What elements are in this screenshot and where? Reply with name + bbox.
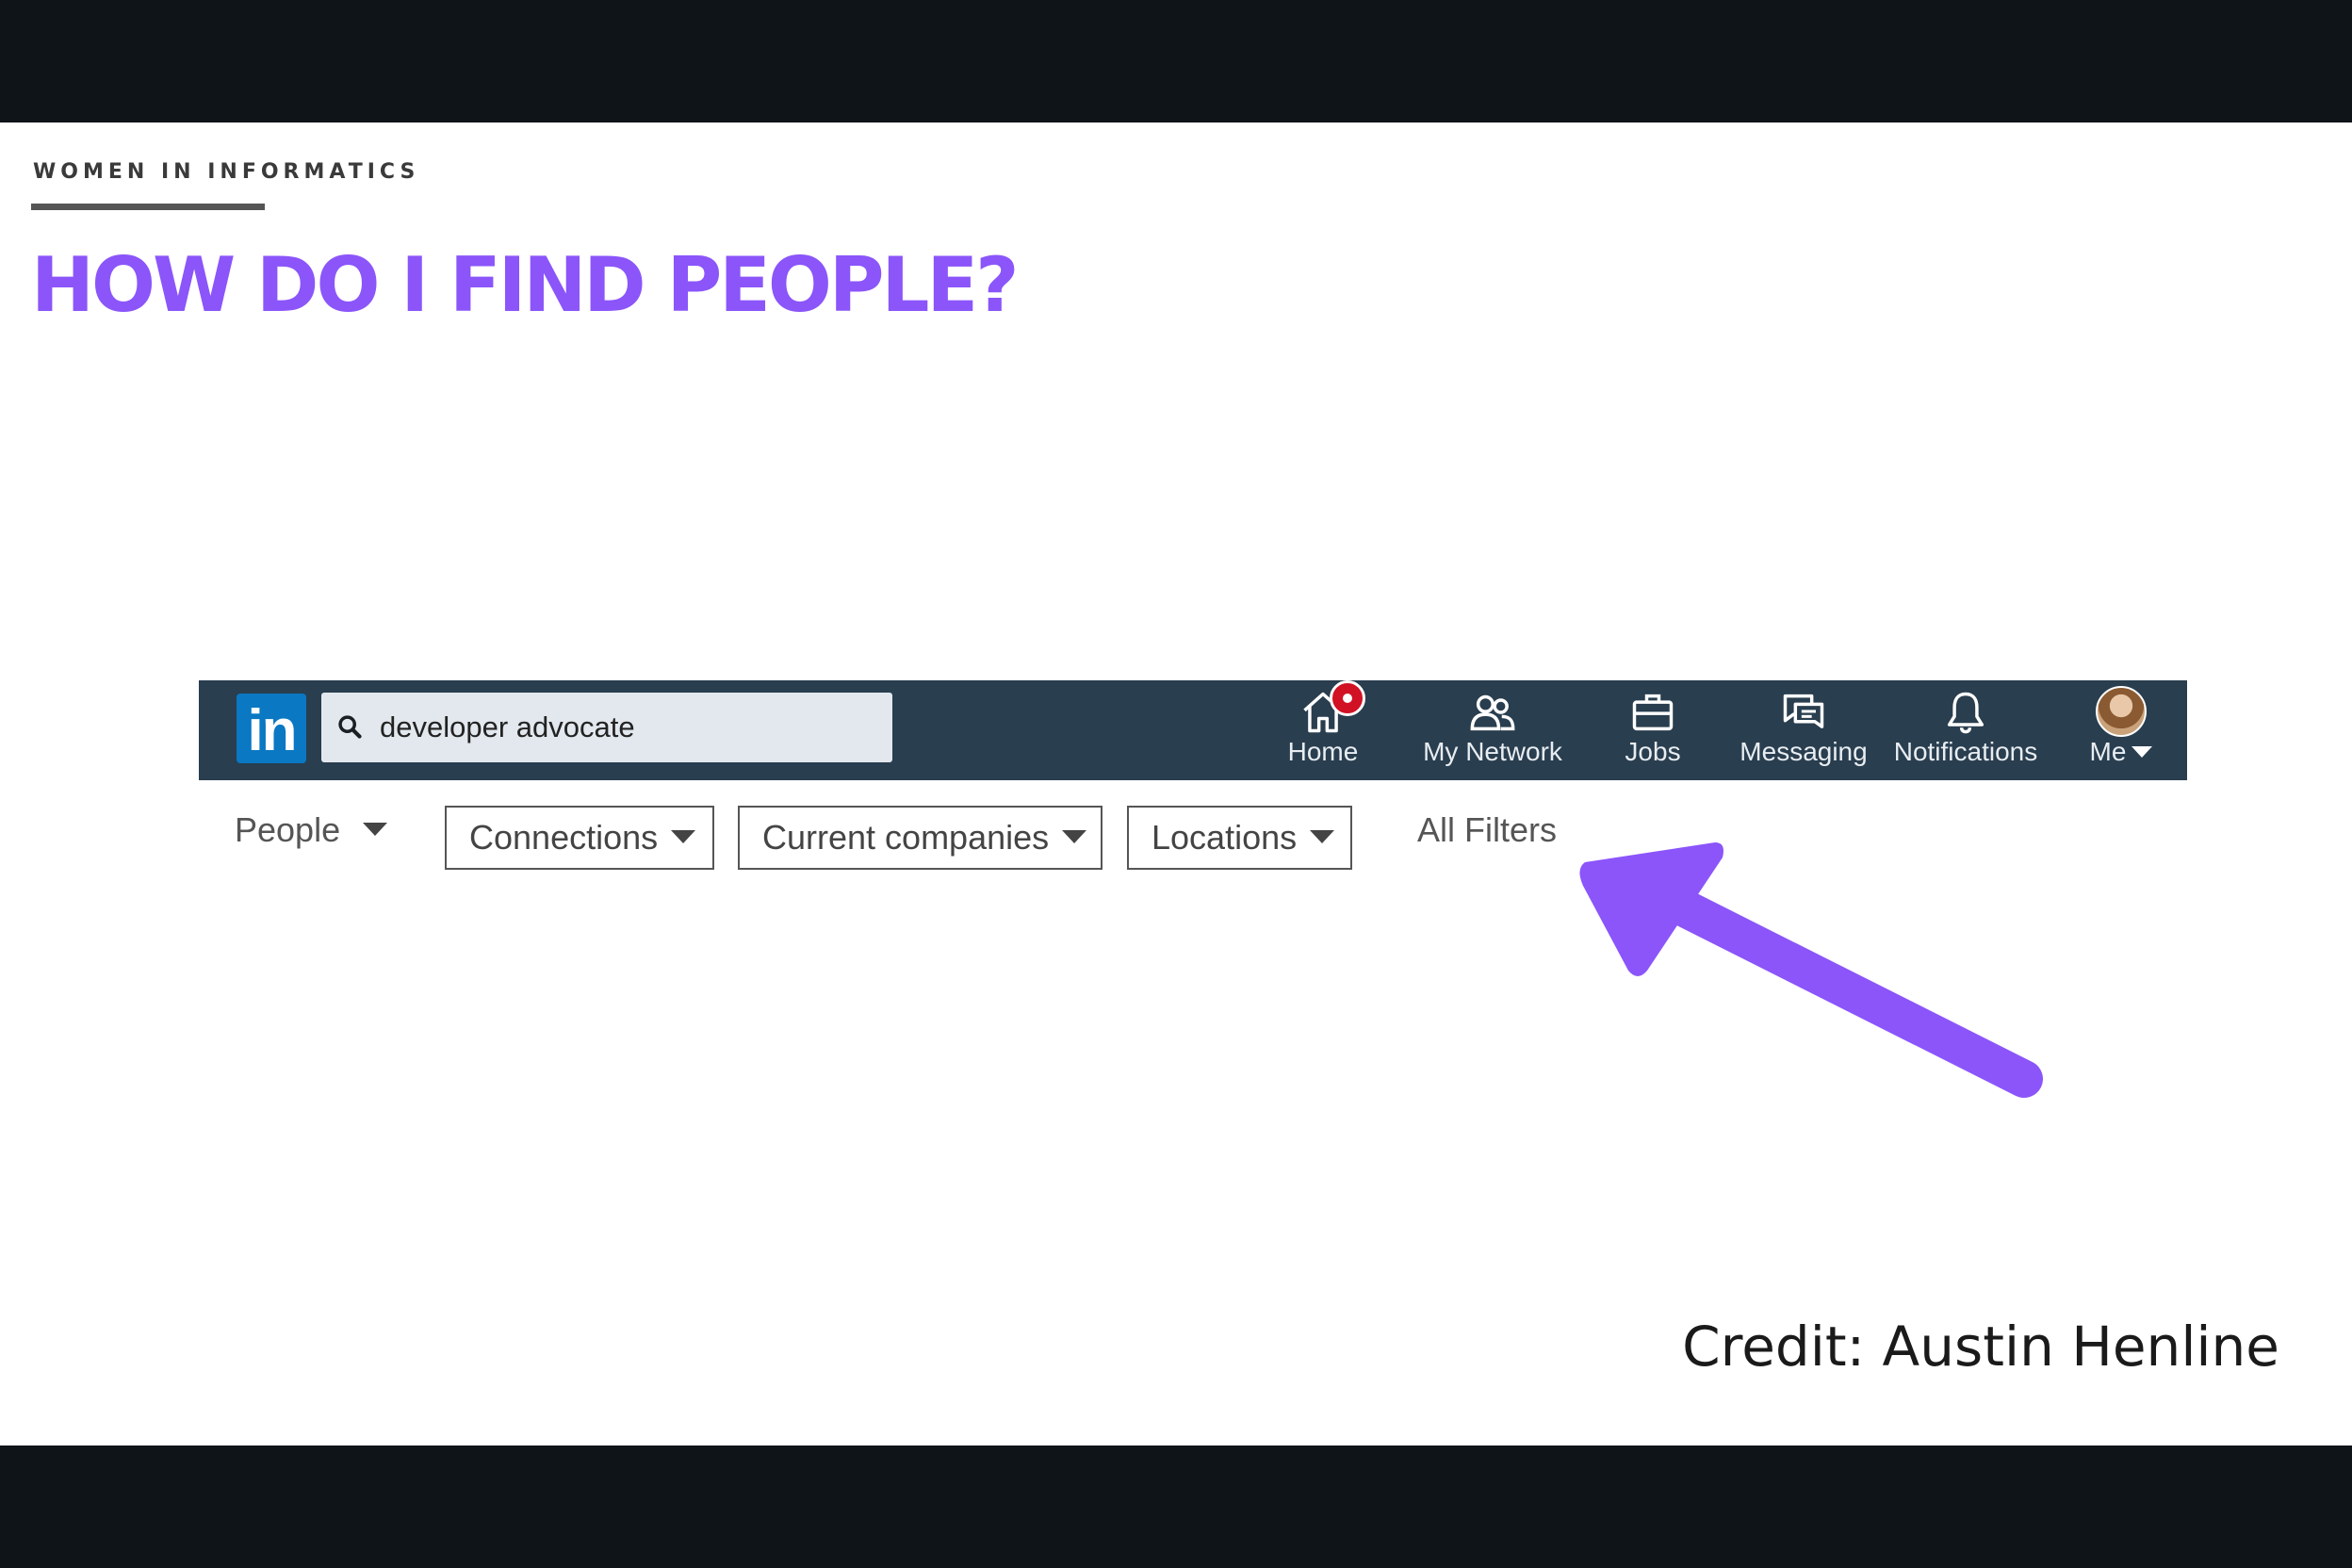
briefcase-icon bbox=[1632, 694, 1674, 731]
connections-filter-button[interactable]: Connections bbox=[445, 806, 714, 870]
linkedin-logo[interactable]: in bbox=[237, 694, 306, 763]
slide-kicker: WOMEN IN INFORMATICS bbox=[33, 160, 420, 184]
nav-jobs[interactable]: Jobs bbox=[1601, 680, 1705, 780]
nav-me[interactable]: Me bbox=[2074, 680, 2168, 780]
slide: WOMEN IN INFORMATICS HOW DO I FIND PEOPL… bbox=[0, 122, 2352, 1446]
nav-me-label: Me bbox=[2089, 737, 2127, 766]
linkedin-header: in Home My Network Jobs bbox=[199, 680, 2187, 780]
network-icon bbox=[1470, 694, 1515, 731]
people-filter-label: People bbox=[235, 810, 341, 849]
bell-icon bbox=[1947, 692, 1984, 734]
nav-my-network[interactable]: My Network bbox=[1394, 680, 1592, 780]
locations-filter-button[interactable]: Locations bbox=[1127, 806, 1352, 870]
nav-home[interactable]: Home bbox=[1262, 680, 1384, 780]
nav-messaging-label: Messaging bbox=[1740, 737, 1868, 766]
nav-notifications[interactable]: Notifications bbox=[1886, 680, 2046, 780]
notification-badge bbox=[1330, 680, 1365, 716]
search-input[interactable] bbox=[380, 704, 870, 751]
all-filters-link[interactable]: All Filters bbox=[1417, 810, 1557, 850]
slide-title: HOW DO I FIND PEOPLE? bbox=[31, 241, 1020, 329]
nav-messaging[interactable]: Messaging bbox=[1728, 680, 1879, 780]
kicker-underline bbox=[31, 204, 265, 210]
connections-filter-label: Connections bbox=[469, 818, 659, 857]
search-icon bbox=[338, 715, 362, 739]
chevron-down-icon bbox=[2132, 745, 2153, 758]
nav-home-label: Home bbox=[1287, 737, 1359, 766]
nav-my-network-label: My Network bbox=[1423, 737, 1562, 766]
search-box[interactable] bbox=[321, 693, 892, 762]
messaging-icon bbox=[1783, 694, 1824, 728]
chevron-down-icon bbox=[1062, 830, 1087, 844]
people-filter-dropdown[interactable]: People bbox=[235, 810, 388, 850]
chevron-down-icon bbox=[363, 823, 388, 837]
top-letterbox-bar bbox=[0, 0, 2352, 122]
nav-jobs-label: Jobs bbox=[1625, 737, 1681, 766]
locations-filter-label: Locations bbox=[1152, 818, 1298, 857]
annotation-arrow bbox=[1579, 842, 2043, 1098]
credit-text: Credit: Austin Henline bbox=[1682, 1315, 2279, 1379]
nav-notifications-label: Notifications bbox=[1893, 737, 2038, 766]
nav-me-label-wrap: Me bbox=[2074, 737, 2168, 767]
chevron-down-icon bbox=[1310, 830, 1335, 844]
avatar bbox=[2096, 686, 2147, 737]
bottom-letterbox-bar bbox=[0, 1446, 2352, 1568]
chevron-down-icon bbox=[671, 830, 696, 844]
current-companies-filter-label: Current companies bbox=[762, 818, 1050, 857]
current-companies-filter-button[interactable]: Current companies bbox=[738, 806, 1102, 870]
